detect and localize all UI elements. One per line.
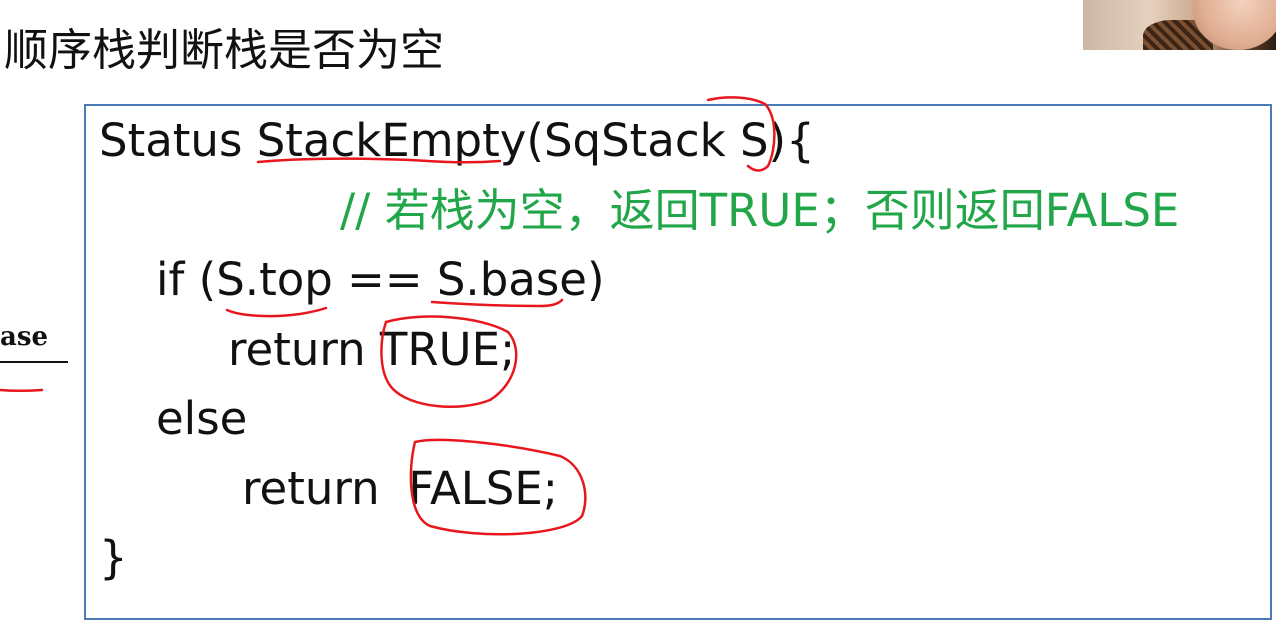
code-line-signature: Status StackEmpty(SqStack S){ [99,114,815,167]
code-line-if: if (S.top == S.base) [156,253,605,306]
code-comment: // 若栈为空，返回TRUE；否则返回FALSE [340,184,1180,237]
slide-title: 顺序栈判断栈是否为空 [4,25,444,76]
left-underline-mark [0,388,44,392]
left-fragment-text: ase [0,322,49,352]
code-line-else: else [156,392,248,445]
left-fragment-underline [0,361,68,363]
code-line-return-false: return FALSE; [242,462,558,515]
presenter-webcam [1083,0,1276,50]
code-line-close-brace: } [99,531,128,584]
code-line-return-true: return TRUE; [228,323,516,376]
